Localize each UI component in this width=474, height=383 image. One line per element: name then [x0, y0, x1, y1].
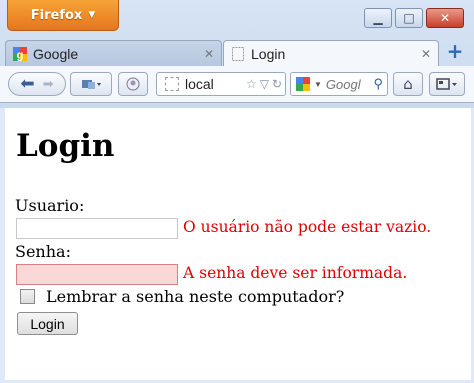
tab-google[interactable]: g Google ✕: [5, 40, 222, 66]
maximize-button[interactable]: □: [395, 8, 423, 28]
maximize-icon: □: [403, 11, 415, 25]
tab-login[interactable]: Login ✕: [223, 40, 439, 67]
forward-icon[interactable]: ➡: [43, 77, 54, 92]
reader-button[interactable]: [118, 72, 148, 96]
remember-password-checkbox[interactable]: [20, 289, 35, 304]
tab-strip: g Google ✕ Login ✕: [0, 38, 474, 67]
password-input[interactable]: [16, 264, 178, 285]
page-content: Login Usuario: O usuário não pode estar …: [5, 108, 471, 380]
search-icon[interactable]: ⚲: [373, 76, 383, 92]
tab-label: Google: [33, 45, 79, 62]
close-icon: ✕: [439, 11, 451, 25]
navigation-toolbar: ⬅ ➡ local ☆ ▽ ↻ ▼ Googl ⚲ ⌂: [0, 66, 474, 103]
page-title: Login: [16, 128, 115, 164]
search-bar[interactable]: ▼ Googl ⚲: [290, 72, 388, 96]
password-error-message: A senha deve ser informada.: [183, 264, 408, 282]
star-icon[interactable]: ☆: [246, 77, 257, 91]
username-input[interactable]: [16, 218, 178, 239]
menu-icon: [436, 78, 457, 90]
search-engine-dropdown-icon[interactable]: ▼: [314, 80, 322, 89]
close-tab-icon[interactable]: ✕: [201, 47, 217, 61]
minimize-button[interactable]: ▁: [364, 8, 392, 28]
home-icon: ⌂: [403, 75, 413, 93]
site-identity-icon[interactable]: [165, 77, 179, 91]
bookmarks-icon: [82, 80, 101, 89]
google-icon: g: [13, 46, 27, 61]
browser-chrome: Firefox ▼ ▁ □ ✕ g Google ✕ Login ✕ + ⬅ ➡…: [0, 0, 474, 108]
reader-icon: [126, 77, 140, 91]
search-input[interactable]: Googl: [326, 77, 374, 92]
home-button[interactable]: ⌂: [393, 72, 423, 96]
minimize-icon: ▁: [373, 11, 383, 25]
new-tab-button[interactable]: +: [444, 41, 466, 63]
password-label: Senha:: [15, 242, 71, 261]
username-label: Usuario:: [15, 196, 85, 215]
tab-label: Login: [251, 46, 286, 62]
reload-icon[interactable]: ↻: [272, 77, 282, 91]
blank-page-icon: [232, 47, 244, 61]
login-button[interactable]: Login: [17, 312, 78, 335]
firefox-menu-button[interactable]: Firefox ▼: [7, 0, 119, 31]
url-bar[interactable]: local ☆ ▽ ↻: [156, 72, 286, 96]
menu-button[interactable]: [429, 72, 465, 96]
bookmarks-button[interactable]: [70, 72, 112, 96]
window-controls: ▁ □ ✕: [364, 8, 464, 28]
close-tab-icon[interactable]: ✕: [418, 47, 434, 61]
firefox-menu-label: Firefox: [30, 7, 83, 23]
username-error-message: O usuário não pode estar vazio.: [183, 218, 432, 236]
chevron-down-icon: ▼: [88, 10, 96, 20]
url-text[interactable]: local: [185, 76, 246, 92]
google-icon: [296, 77, 310, 91]
svg-text:g: g: [17, 49, 24, 61]
dropdown-icon[interactable]: ▽: [260, 77, 269, 91]
close-window-button[interactable]: ✕: [426, 8, 464, 28]
back-icon[interactable]: ⬅: [20, 74, 34, 94]
back-forward-group: ⬅ ➡: [8, 72, 66, 96]
remember-password-label: Lembrar a senha neste computador?: [46, 287, 345, 306]
